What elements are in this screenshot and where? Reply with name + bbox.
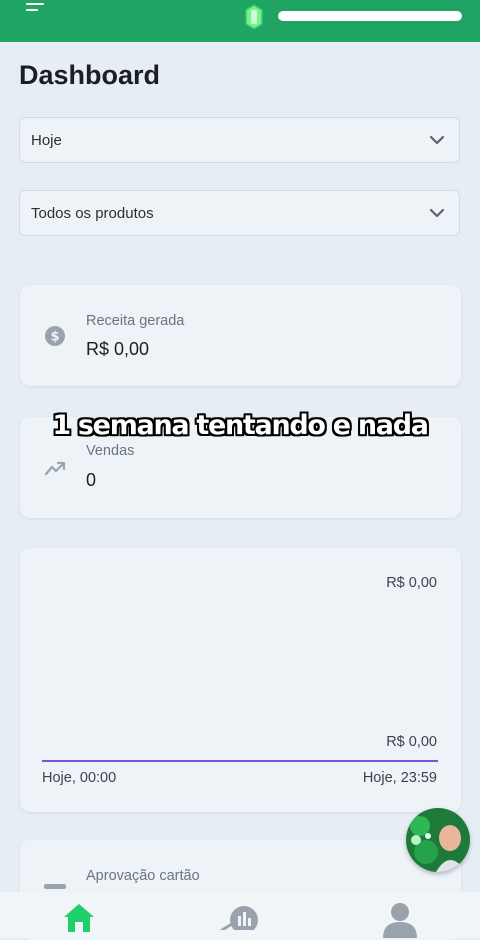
avatar-image [406,808,470,872]
home-icon[interactable] [62,902,96,932]
video-caption: 1 semana tentando e nada [52,410,429,441]
chart-series-line [42,760,438,762]
trending-up-icon [44,461,66,476]
product-select-value: Todos os produtos [31,205,154,222]
chart-max-label: R$ 0,00 [386,575,437,591]
bar-chart-icon[interactable] [220,900,260,930]
chevron-down-icon [429,135,445,145]
chart-x-end-label: Hoje, 23:59 [362,770,437,786]
green-gem-icon [245,4,263,30]
hamburger-menu-icon[interactable] [26,0,48,16]
card-icon [44,884,66,889]
product-select[interactable]: Todos os produtos [19,190,460,236]
top-app-bar [0,0,480,42]
chart-min-label: R$ 0,00 [386,734,437,750]
sales-chart-card: R$ 0,00 R$ 0,00 Hoje, 00:00 Hoje, 23:59 [20,548,461,812]
chevron-down-icon [429,208,445,218]
revenue-label: Receita gerada [86,313,185,329]
dollar-coin-icon: $ [45,326,65,346]
creator-avatar[interactable] [406,808,470,872]
chart-x-start-label: Hoje, 00:00 [42,770,117,786]
user-icon[interactable] [380,898,420,938]
revenue-card: $ Receita gerada R$ 0,00 [20,285,461,386]
address-bar[interactable] [278,11,462,21]
bottom-navigation [0,892,480,938]
svg-text:$: $ [50,330,59,345]
card-approval-label: Aprovação cartão [86,868,200,884]
page-title: Dashboard [19,60,161,90]
period-select[interactable]: Hoje [19,117,460,163]
sales-label: Vendas [86,443,135,459]
revenue-value: R$ 0,00 [86,339,150,359]
period-select-value: Hoje [31,132,62,149]
sales-value: 0 [86,470,97,490]
